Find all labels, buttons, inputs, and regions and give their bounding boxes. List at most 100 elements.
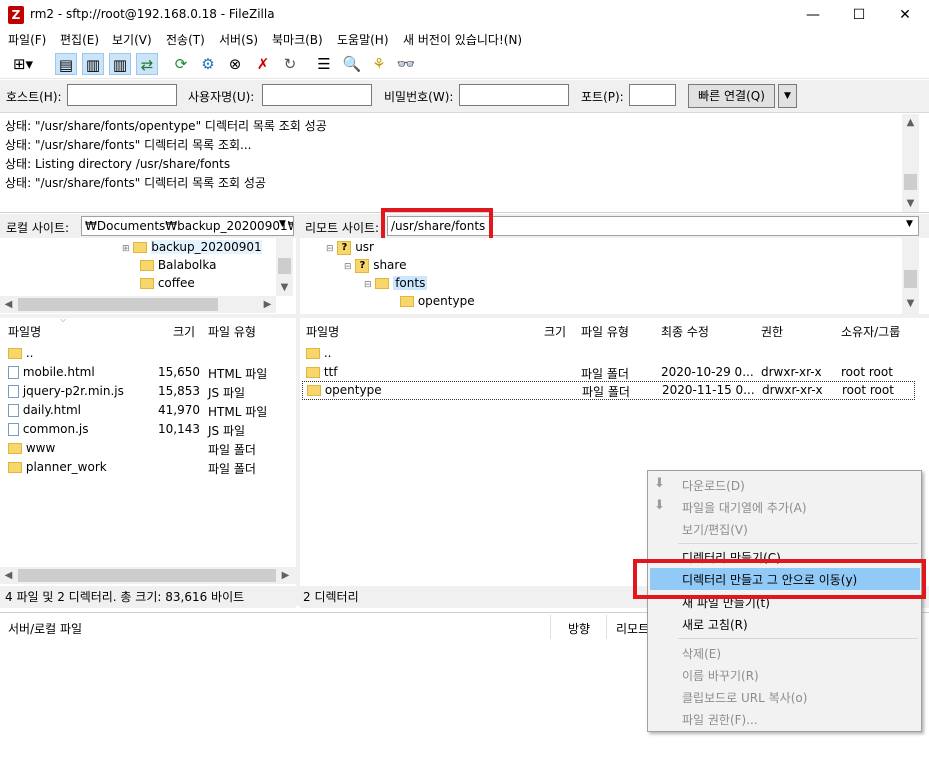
log-scrollbar[interactable]: ▲ ▼	[902, 114, 919, 212]
toggle-queue-icon[interactable]: ⇄	[136, 53, 158, 75]
tree-item[interactable]: opentype	[400, 294, 475, 308]
table-row[interactable]: mobile.html 15,650 HTML 파일	[0, 363, 296, 382]
table-row[interactable]: ..	[0, 344, 296, 363]
local-tree-hscrollbar[interactable]: ◀ ▶	[0, 296, 276, 313]
queue-col-file[interactable]: 서버/로컬 파일	[8, 620, 82, 637]
reconnect-icon[interactable]: ↻	[279, 53, 301, 75]
expand-icon[interactable]: ⊞	[122, 244, 130, 254]
site-manager-icon[interactable]: ⊞▾	[6, 53, 40, 75]
menu-item-view-edit[interactable]: 보기/편집(V)	[682, 521, 748, 538]
local-list-hscrollbar[interactable]: ◀ ▶	[0, 567, 296, 584]
file-name: ttf	[323, 365, 338, 379]
queue-col-direction[interactable]: 방향	[568, 620, 590, 637]
remote-col-size[interactable]: 크기	[544, 323, 566, 343]
menu-server[interactable]: 서버(S)	[219, 31, 258, 48]
log-line: 상태: "/usr/share/fonts" 디렉터리 목록 조회...	[5, 138, 252, 152]
remote-col-permissions[interactable]: 권한	[761, 323, 783, 343]
file-type: HTML 파일	[208, 367, 268, 381]
local-col-name[interactable]: 파일명	[8, 323, 41, 343]
disconnect-icon[interactable]: ✗	[252, 53, 274, 75]
queue-col-remote[interactable]: 리모트	[616, 620, 649, 637]
menu-item-download[interactable]: 다운로드(D)	[682, 477, 745, 494]
password-input[interactable]	[459, 84, 569, 106]
menu-item-delete[interactable]: 삭제(E)	[682, 645, 721, 662]
table-row[interactable]: ttf 파일 폴더 2020-10-29 0... drwxr-xr-x roo…	[300, 363, 929, 382]
toggle-log-icon[interactable]: ▤	[55, 53, 77, 75]
toggle-local-tree-icon[interactable]: ▥	[82, 53, 104, 75]
collapse-icon[interactable]: ⊟	[344, 262, 352, 272]
menu-new-version[interactable]: 새 버전이 있습니다!(N)	[403, 31, 522, 48]
menu-item-add-to-queue[interactable]: 파일을 대기열에 추가(A)	[682, 499, 807, 516]
table-row[interactable]: daily.html 41,970 HTML 파일	[0, 401, 296, 420]
menu-file[interactable]: 파일(F)	[8, 31, 46, 48]
scroll-up-icon[interactable]: ▲	[902, 114, 919, 131]
local-path-input[interactable]: ₩Documents₩backup_20200901₩	[81, 216, 294, 236]
scroll-left-icon[interactable]: ◀	[0, 296, 17, 313]
scroll-left-icon[interactable]: ◀	[0, 567, 17, 584]
table-row[interactable]: ..	[300, 344, 929, 363]
tree-item[interactable]: ⊟ ? usr	[326, 240, 374, 255]
remote-col-owner[interactable]: 소유자/그룹	[841, 323, 900, 343]
remote-col-modified[interactable]: 최종 수정	[661, 323, 709, 343]
collapse-icon[interactable]: ⊟	[326, 244, 334, 254]
local-col-type[interactable]: 파일 유형	[208, 323, 256, 343]
quickconnect-dropdown-icon[interactable]: ▼	[778, 84, 797, 108]
tree-item[interactable]: Balabolka	[140, 258, 217, 272]
menu-transfer[interactable]: 전송(T)	[166, 31, 205, 48]
table-row[interactable]: jquery-p2r.min.js 15,853 JS 파일	[0, 382, 296, 401]
refresh-icon[interactable]: ⟳	[170, 53, 192, 75]
table-row[interactable]: common.js 10,143 JS 파일	[0, 420, 296, 439]
collapse-icon[interactable]: ⊟	[364, 280, 372, 290]
maximize-button[interactable]: ☐	[836, 0, 882, 30]
menu-help[interactable]: 도움말(H)	[337, 31, 389, 48]
menu-edit[interactable]: 편집(E)	[60, 31, 99, 48]
cancel-icon[interactable]: ⊗	[224, 53, 246, 75]
scroll-thumb[interactable]	[278, 258, 291, 274]
table-row[interactable]: planner_work 파일 폴더	[0, 458, 296, 477]
scroll-right-icon[interactable]: ▶	[277, 567, 294, 584]
remote-col-type[interactable]: 파일 유형	[581, 323, 629, 343]
search-icon[interactable]: 🔍	[341, 53, 363, 75]
local-path-dropdown-icon[interactable]: ▼	[279, 219, 286, 229]
tree-item[interactable]: ⊟ fonts	[364, 276, 428, 290]
scroll-down-icon[interactable]: ▼	[276, 279, 293, 296]
local-tree-scrollbar[interactable]: ▼	[276, 238, 293, 296]
username-input[interactable]	[262, 84, 372, 106]
binoculars-icon[interactable]: 👓	[395, 53, 417, 75]
sync-browse-icon[interactable]: ⚘	[368, 53, 390, 75]
toggle-remote-tree-icon[interactable]: ▥	[109, 53, 131, 75]
menu-item-copy-url[interactable]: 클립보드로 URL 복사(o)	[682, 689, 807, 706]
local-col-size[interactable]: 크기	[173, 323, 195, 343]
menu-item-refresh[interactable]: 새로 고침(R)	[682, 616, 748, 633]
process-queue-icon[interactable]: ⚙	[197, 53, 219, 75]
port-input[interactable]	[629, 84, 676, 106]
scroll-thumb[interactable]	[904, 174, 917, 190]
minimize-button[interactable]: —	[790, 0, 836, 30]
remote-path-dropdown-icon[interactable]: ▼	[906, 219, 913, 229]
scroll-down-icon[interactable]: ▼	[902, 295, 919, 312]
file-permissions: drwxr-xr-x	[762, 383, 823, 397]
menu-item-rename[interactable]: 이름 바꾸기(R)	[682, 667, 759, 684]
file-modified: 2020-10-29 0...	[661, 365, 754, 379]
table-row[interactable]: opentype 파일 폴더 2020-11-15 0... drwxr-xr-…	[302, 381, 915, 400]
directory-filter-icon[interactable]: ☰	[313, 53, 335, 75]
tree-item[interactable]: ⊟ ? share	[344, 258, 406, 273]
remote-tree-scrollbar[interactable]: ▼	[902, 238, 919, 314]
scroll-down-icon[interactable]: ▼	[902, 195, 919, 212]
host-input[interactable]	[67, 84, 177, 106]
tree-item[interactable]: coffee	[140, 276, 195, 290]
menu-item-file-permissions[interactable]: 파일 권한(F)...	[682, 711, 758, 728]
remote-col-name[interactable]: 파일명	[306, 323, 339, 343]
quickconnect-button[interactable]: 빠른 연결(Q)	[688, 84, 775, 108]
table-row[interactable]: www 파일 폴더	[0, 439, 296, 458]
unknown-folder-icon: ?	[355, 258, 370, 273]
menu-bookmarks[interactable]: 북마크(B)	[272, 31, 323, 48]
menu-view[interactable]: 보기(V)	[112, 31, 152, 48]
scroll-thumb[interactable]	[18, 298, 218, 311]
scroll-right-icon[interactable]: ▶	[259, 296, 276, 313]
scroll-thumb[interactable]	[904, 270, 917, 288]
tree-item[interactable]: ⊞ backup_20200901	[122, 240, 262, 254]
close-button[interactable]: ✕	[882, 0, 928, 30]
scroll-thumb[interactable]	[18, 569, 276, 582]
file-type: JS 파일	[208, 386, 246, 400]
